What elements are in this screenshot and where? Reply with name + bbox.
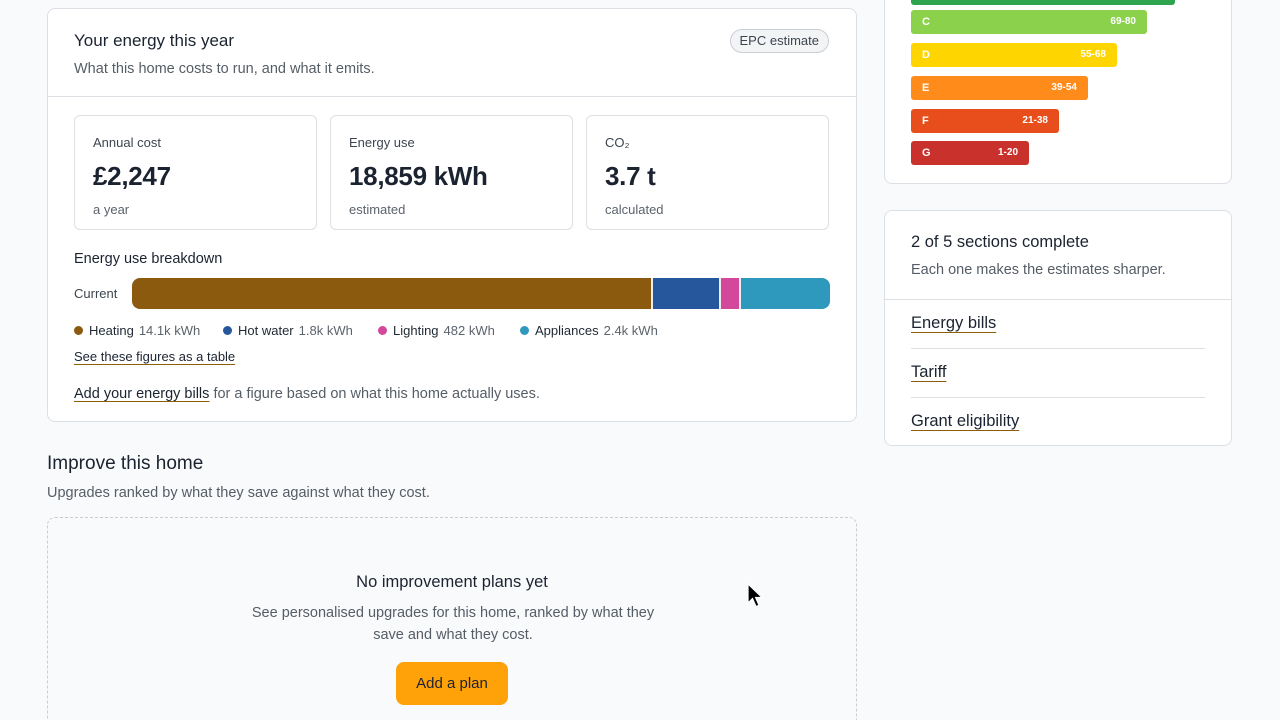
mouse-cursor-icon xyxy=(747,583,764,608)
epc-band-letter: F xyxy=(922,115,929,127)
progress-title: 2 of 5 sections complete xyxy=(911,233,1089,251)
breakdown-segment-appliances xyxy=(741,278,830,309)
energy-bills-link[interactable]: Energy bills xyxy=(911,314,996,333)
epc-band-letter: E xyxy=(922,82,930,94)
epc-band-d: D 55-68 xyxy=(911,43,1117,67)
see-figures-table-link[interactable]: See these figures as a table xyxy=(74,349,235,364)
stat-note: estimated xyxy=(349,202,406,217)
epc-band-letter: D xyxy=(922,49,930,61)
energy-summary-card: Your energy this year What this home cos… xyxy=(47,8,857,422)
epc-band-c: C 69-80 xyxy=(911,10,1147,34)
legend-item-appliances: Appliances 2.4k kWh xyxy=(520,323,658,338)
breakdown-segment-heating xyxy=(132,278,651,309)
divider xyxy=(885,299,1231,300)
energy-card-subtitle: What this home costs to run, and what it… xyxy=(74,61,375,77)
epc-band-f: F 21-38 xyxy=(911,109,1059,133)
divider xyxy=(911,397,1205,398)
legend-value: 482 kWh xyxy=(443,323,495,338)
stat-value: 18,859 kWh xyxy=(349,161,488,191)
stat-label: CO₂ xyxy=(605,135,630,150)
stat-value: £2,247 xyxy=(93,161,171,191)
legend-label: Lighting xyxy=(393,323,439,338)
energy-card-title: Your energy this year xyxy=(74,31,235,50)
improve-section-title: Improve this home xyxy=(47,453,204,474)
legend-dot-icon xyxy=(74,326,83,335)
legend-dot-icon xyxy=(223,326,232,335)
legend-value: 14.1k kWh xyxy=(138,323,201,338)
legend-item-heating: Heating 14.1k kWh xyxy=(74,323,200,338)
add-energy-bills-link[interactable]: Add your energy bills xyxy=(74,386,209,402)
epc-band-range: 21-38 xyxy=(1022,115,1048,126)
epc-band-letter: G xyxy=(922,147,931,159)
legend-label: Hot water xyxy=(238,323,294,338)
legend-label: Appliances xyxy=(535,323,599,338)
stat-energy-use: Energy use 18,859 kWh estimated xyxy=(330,115,573,230)
legend-dot-icon xyxy=(378,326,387,335)
legend-item-hot-water: Hot water 1.8k kWh xyxy=(223,323,353,338)
stat-note: calculated xyxy=(605,202,664,217)
stat-co2: CO₂ 3.7 t calculated xyxy=(586,115,829,230)
empty-state-title: No improvement plans yet xyxy=(356,573,548,591)
stat-label: Energy use xyxy=(349,135,415,150)
legend-value: 1.8k kWh xyxy=(298,323,353,338)
stat-value: 3.7 t xyxy=(605,161,656,191)
stat-label: Annual cost xyxy=(93,135,161,150)
energy-card-header: Your energy this year What this home cos… xyxy=(48,9,856,97)
add-plan-button[interactable]: Add a plan xyxy=(396,662,508,705)
add-bills-prompt: Add your energy bills for a figure based… xyxy=(74,386,540,402)
empty-state-text: See personalised upgrades for this home,… xyxy=(251,605,655,643)
epc-rating-card: C 69-80 D 55-68 E 39-54 F 21-38 G 1-20 xyxy=(884,0,1232,184)
epc-estimate-badge: EPC estimate xyxy=(729,29,829,53)
breakdown-row-label: Current xyxy=(74,286,118,301)
progress-subtitle: Each one makes the estimates sharper. xyxy=(911,262,1166,278)
legend-value: 2.4k kWh xyxy=(603,323,658,338)
stat-annual-cost: Annual cost £2,247 a year xyxy=(74,115,317,230)
epc-band-letter: C xyxy=(922,16,930,28)
legend-dot-icon xyxy=(520,326,529,335)
breakdown-segment-hot-water xyxy=(653,278,719,309)
add-bills-text: for a figure based on what this home act… xyxy=(209,386,540,402)
energy-breakdown-bar xyxy=(132,278,830,309)
epc-band-range: 69-80 xyxy=(1110,16,1136,27)
epc-band-g: G 1-20 xyxy=(911,141,1029,165)
breakdown-title: Energy use breakdown xyxy=(74,251,223,267)
legend-item-lighting: Lighting 482 kWh xyxy=(378,323,495,338)
grant-eligibility-link[interactable]: Grant eligibility xyxy=(911,412,1019,431)
epc-band-range: 55-68 xyxy=(1080,49,1106,60)
tariff-link[interactable]: Tariff xyxy=(911,363,946,382)
divider xyxy=(911,348,1205,349)
stat-note: a year xyxy=(93,202,130,217)
legend-label: Heating xyxy=(89,323,134,338)
epc-band-range: 1-20 xyxy=(997,147,1018,158)
epc-band xyxy=(911,0,1175,5)
breakdown-segment-lighting xyxy=(721,278,739,309)
epc-band-e: E 39-54 xyxy=(911,76,1088,100)
epc-band-range: 39-54 xyxy=(1051,82,1077,93)
sections-progress-card: 2 of 5 sections complete Each one makes … xyxy=(884,210,1232,446)
improvement-plans-empty-state: No improvement plans yet See personalise… xyxy=(47,517,857,720)
improve-section-subtitle: Upgrades ranked by what they save agains… xyxy=(47,485,430,501)
